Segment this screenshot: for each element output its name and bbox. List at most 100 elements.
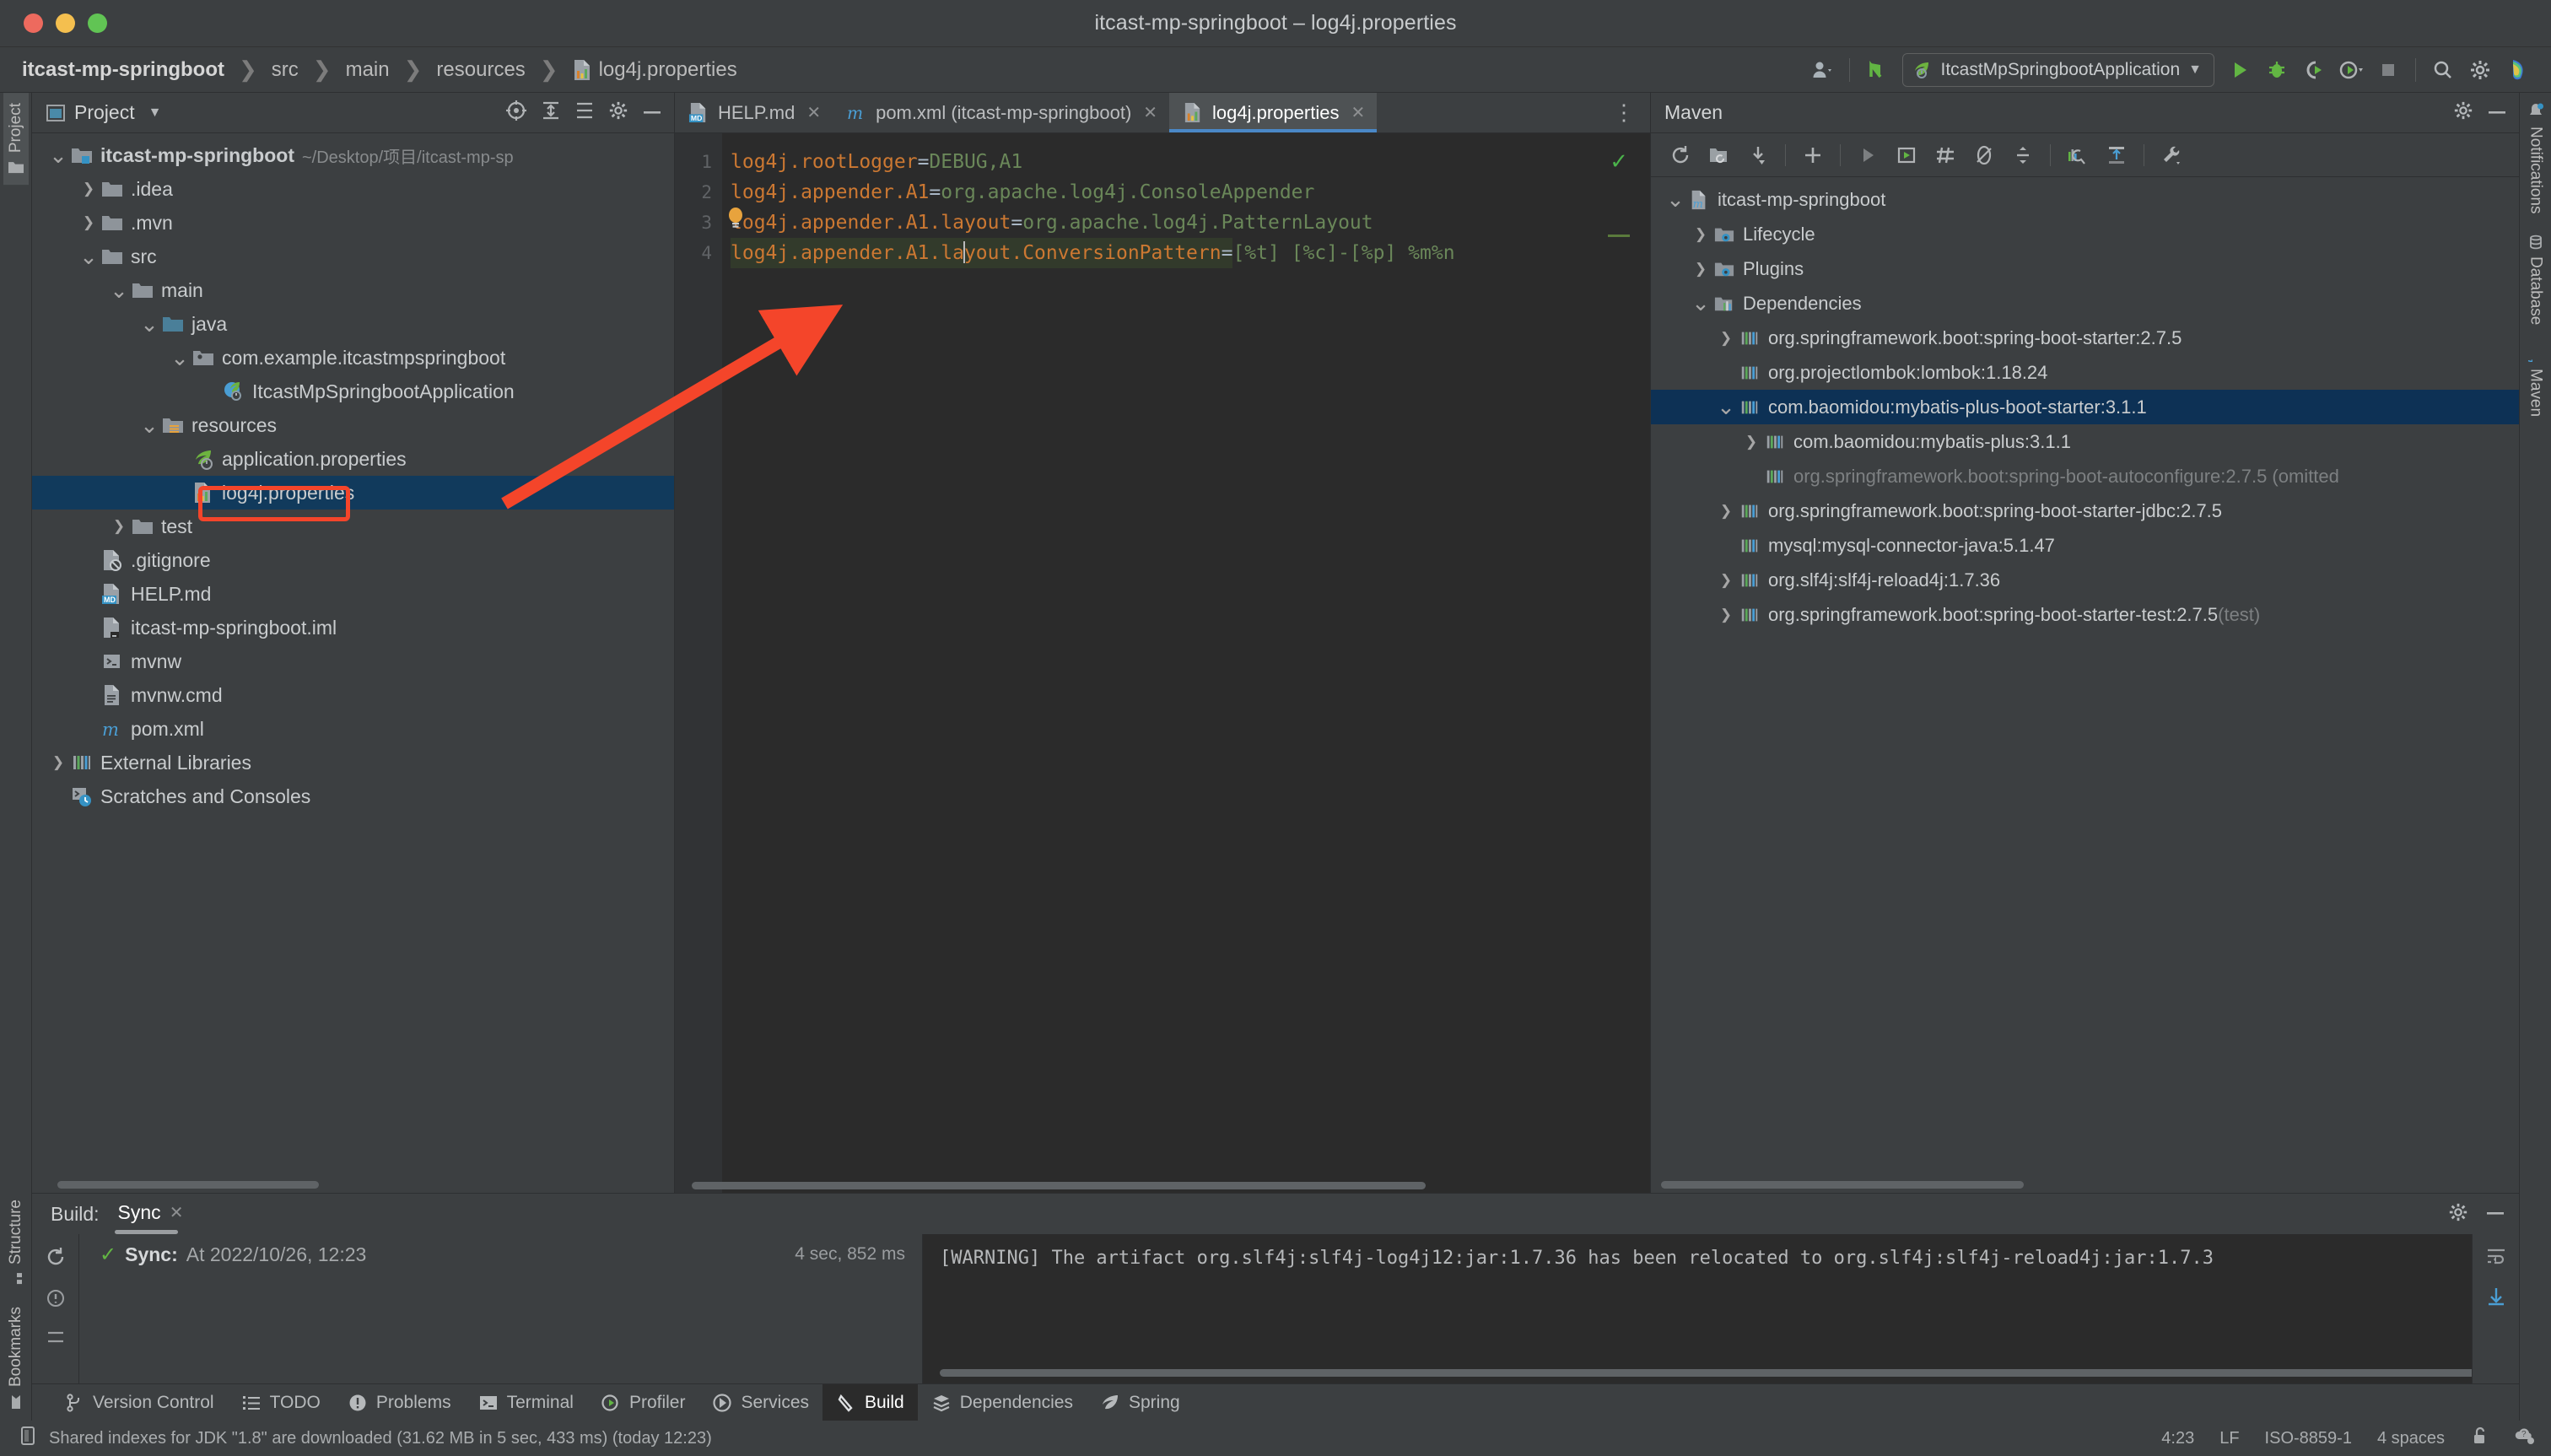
chevron-right-icon[interactable]: ❯ xyxy=(1740,434,1762,450)
download-sources-icon[interactable] xyxy=(1739,138,1777,173)
sidebar-item-maven[interactable]: m Maven xyxy=(2523,335,2548,427)
project-tree[interactable]: ⌄ itcast-mp-springboot ~/Desktop/项目/itcast… xyxy=(32,133,674,1193)
ai-assistant-icon[interactable] xyxy=(2499,51,2536,89)
sidebar-item-database[interactable]: Database xyxy=(2523,224,2548,335)
project-tree-row[interactable]: .gitignore xyxy=(32,543,674,577)
project-tree-row[interactable]: ❯ External Libraries xyxy=(32,746,674,779)
run-maven-goal-icon[interactable] xyxy=(1848,138,1887,173)
select-opened-file-icon[interactable] xyxy=(505,100,527,126)
chevron-down-icon[interactable]: ⌄ xyxy=(1664,188,1686,211)
chevron-down-icon[interactable]: ⌄ xyxy=(138,312,160,335)
sidebar-item-project[interactable]: Project xyxy=(3,93,29,186)
project-tree-row[interactable]: ItcastMpSpringbootApplication xyxy=(32,375,674,408)
project-tree-row[interactable]: ❯ .idea xyxy=(32,172,674,206)
chevron-right-icon[interactable]: ❯ xyxy=(1715,607,1737,623)
chevron-down-icon[interactable]: ⌄ xyxy=(108,278,130,301)
rerun-build-icon[interactable] xyxy=(45,1246,67,1272)
maven-tree-row[interactable]: mysql:mysql-connector-java:5.1.47 xyxy=(1651,528,2519,563)
editor-horizontal-scrollbar[interactable] xyxy=(692,1182,1426,1189)
maven-tree-row[interactable]: org.projectlombok:lombok:1.18.24 xyxy=(1651,355,2519,390)
chevron-down-icon[interactable]: ⌄ xyxy=(1715,396,1737,418)
chevron-down-icon[interactable]: ⌄ xyxy=(1690,292,1712,315)
gear-icon[interactable] xyxy=(608,100,628,125)
search-everywhere-icon[interactable] xyxy=(2424,51,2462,89)
project-tree-row[interactable]: mvnw xyxy=(32,644,674,678)
maven-tree-row[interactable]: ❯ org.springframework.boot:spring-boot-st… xyxy=(1651,597,2519,632)
maven-tree-row[interactable]: ❯ Lifecycle xyxy=(1651,217,2519,251)
bottom-tab-todo[interactable]: TODO xyxy=(228,1384,334,1421)
bottom-tab-version-control[interactable]: Version Control xyxy=(51,1384,228,1421)
maven-tree-row[interactable]: ❯ org.slf4j:slf4j-reload4j:1.7.36 xyxy=(1651,563,2519,597)
project-tree-row[interactable]: ❯ test xyxy=(32,510,674,543)
chevron-down-icon[interactable]: ⌄ xyxy=(78,245,100,267)
project-tree-row[interactable]: application.properties xyxy=(32,442,674,476)
indent-setting[interactable]: 4 spaces xyxy=(2377,1429,2445,1448)
intention-bulb-icon[interactable] xyxy=(727,208,744,228)
generate-sources-icon[interactable] xyxy=(1700,138,1739,173)
sidebar-item-structure[interactable]: Structure xyxy=(3,1189,29,1297)
project-tree-row[interactable]: itcast-mp-springboot.iml xyxy=(32,611,674,644)
editor-tab[interactable]: MD HELP.md ✕ xyxy=(675,93,833,132)
chevron-right-icon[interactable]: ❯ xyxy=(1690,226,1712,243)
chevron-down-icon[interactable]: ⌄ xyxy=(169,346,191,369)
project-horizontal-scrollbar[interactable] xyxy=(57,1181,319,1189)
maven-tree-row[interactable]: ⌄ Dependencies xyxy=(1651,286,2519,321)
maven-tree-row[interactable]: ❯ org.springframework.boot:spring-boot-st… xyxy=(1651,321,2519,355)
build-tab-sync[interactable]: Sync ✕ xyxy=(114,1201,184,1234)
chevron-right-icon[interactable]: ❯ xyxy=(78,181,100,197)
project-tree-row[interactable]: ⌄ itcast-mp-springboot ~/Desktop/项目/itcast… xyxy=(32,138,674,172)
filter-warnings-icon[interactable] xyxy=(45,1287,67,1313)
code-line[interactable]: log4j.rootLogger=DEBUG,A1 xyxy=(731,147,1650,177)
code-line[interactable]: log4j.appender.A1.layout.ConversionPatte… xyxy=(731,238,1650,268)
updates-icon[interactable] xyxy=(1858,51,1896,89)
project-tree-row[interactable]: ⌄ src xyxy=(32,240,674,273)
close-icon[interactable]: ✕ xyxy=(170,1202,184,1223)
chevron-right-icon[interactable]: ❯ xyxy=(1715,503,1737,520)
editor-tab[interactable]: log4j.properties ✕ xyxy=(1169,93,1378,132)
bottom-tab-spring[interactable]: Spring xyxy=(1087,1384,1194,1421)
maven-settings-wrench-icon[interactable] xyxy=(2152,138,2191,173)
project-tree-row[interactable]: ⌄ com.example.itcastmpspringboot xyxy=(32,341,674,375)
run-with-coverage-button[interactable] xyxy=(2295,51,2333,89)
project-view-dropdown-icon[interactable]: ▼ xyxy=(148,105,162,121)
build-console[interactable]: [WARNING] The artifact org.slf4j:slf4j-l… xyxy=(923,1234,2472,1383)
expand-collapse-icon[interactable] xyxy=(45,1329,67,1350)
project-tree-row[interactable]: m pom.xml xyxy=(32,712,674,746)
maven-tree-row[interactable]: ❯ org.springframework.boot:spring-boot-st… xyxy=(1651,493,2519,528)
sidebar-item-notifications[interactable]: Notifications xyxy=(2523,93,2548,224)
chevron-down-icon[interactable]: ⌄ xyxy=(47,143,69,166)
scroll-to-end-icon[interactable] xyxy=(2485,1286,2507,1312)
bottom-tab-profiler[interactable]: Profiler xyxy=(587,1384,699,1421)
project-tree-row[interactable]: ❯ .mvn xyxy=(32,206,674,240)
unlocked-icon[interactable] xyxy=(2470,1426,2489,1451)
build-event-list[interactable]: ✓ Sync: At 2022/10/26, 12:23 4 sec, 852 … xyxy=(79,1234,923,1383)
breadcrumb-item-main[interactable]: main xyxy=(342,58,393,82)
maven-tree-row[interactable]: ❯ com.baomidou:mybatis-plus:3.1.1 xyxy=(1651,424,2519,459)
maven-horizontal-scrollbar[interactable] xyxy=(1661,1181,2024,1189)
toggle-offline-mode-icon[interactable] xyxy=(1965,138,2004,173)
expand-all-icon[interactable] xyxy=(541,100,561,125)
build-sync-row[interactable]: ✓ Sync: At 2022/10/26, 12:23 4 sec, 852 … xyxy=(79,1234,922,1275)
collapse-all-icon[interactable] xyxy=(2004,138,2042,173)
gear-icon[interactable] xyxy=(2453,100,2473,125)
chevron-right-icon[interactable]: ❯ xyxy=(108,518,130,535)
breadcrumb-item-src[interactable]: src xyxy=(268,58,302,82)
bottom-tab-dependencies[interactable]: Dependencies xyxy=(918,1384,1087,1421)
bottom-tab-services[interactable]: Services xyxy=(698,1384,822,1421)
maven-tree-row[interactable]: ⌄ com.baomidou:mybatis-plus-boot-starter:… xyxy=(1651,390,2519,424)
project-tree-row[interactable]: Scratches and Consoles xyxy=(32,779,674,813)
show-dependencies-icon[interactable] xyxy=(2058,138,2097,173)
maven-tree-row[interactable]: ❯ Plugins xyxy=(1651,251,2519,286)
collapse-all-icon[interactable] xyxy=(574,100,595,125)
inspection-ok-icon[interactable]: ✓ xyxy=(1610,148,1628,175)
chevron-right-icon[interactable]: ❯ xyxy=(47,754,69,771)
profile-button[interactable] xyxy=(2333,51,2370,89)
chevron-right-icon[interactable]: ❯ xyxy=(1715,330,1737,347)
debug-button[interactable] xyxy=(2258,51,2295,89)
stop-button[interactable] xyxy=(2370,51,2407,89)
project-tree-row[interactable]: mvnw.cmd xyxy=(32,678,674,712)
add-maven-project-icon[interactable] xyxy=(1793,138,1832,173)
chevron-down-icon[interactable]: ⌄ xyxy=(138,413,160,436)
chevron-right-icon[interactable]: ❯ xyxy=(1690,261,1712,278)
project-tree-row[interactable]: ⌄ main xyxy=(32,273,674,307)
